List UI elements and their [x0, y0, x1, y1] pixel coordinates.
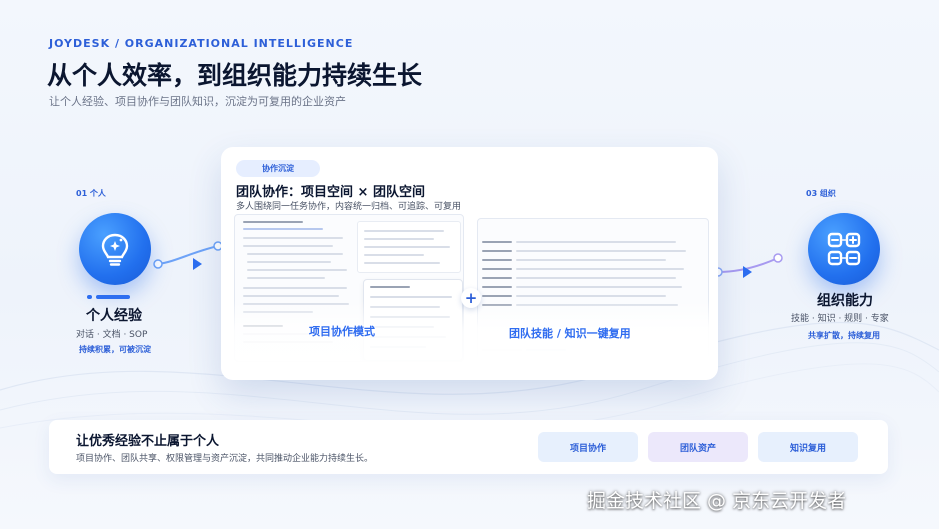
eyebrow-label: JOYDESK / ORGANIZATIONAL INTELLIGENCE: [49, 37, 354, 50]
chip-knowledge-reuse[interactable]: 知识复用: [758, 432, 858, 462]
page-subtitle: 让个人经验、项目协作与团队知识，沉淀为可复用的企业资产: [49, 95, 346, 108]
stage-title-personal: 个人经验: [86, 308, 142, 324]
stage-step-org: 03 组织: [806, 189, 836, 198]
card-subtitle: 多人围绕同一任务协作，内容统一归档、可追踪、可复用: [236, 202, 462, 212]
stage-desc-personal: 对话 · 文档 · SOP: [76, 330, 148, 340]
lightbulb-icon: [79, 213, 151, 285]
collaboration-tag: 协作沉淀: [236, 160, 320, 177]
stage-note-org: 共享扩散，持续复用: [808, 331, 880, 340]
indicator-bar: [96, 295, 130, 299]
team-skills-caption: 团队技能 / 知识一键复用: [509, 327, 631, 340]
page-title: 从个人效率，到组织能力持续生长: [47, 61, 423, 90]
stage-note-personal: 持续积累，可被沉淀: [79, 345, 151, 354]
stage-step-personal: 01 个人: [76, 189, 106, 198]
project-collab-caption: 项目协作模式: [309, 325, 375, 338]
chip-team-assets[interactable]: 团队资产: [648, 432, 748, 462]
grid-nodes-icon: [808, 213, 880, 285]
watermark: 掘金技术社区 @ 京东云开发者: [587, 490, 847, 512]
indicator-dot: [87, 295, 92, 299]
chip-project-collab[interactable]: 项目协作: [538, 432, 638, 462]
summary-desc: 项目协作、团队共享、权限管理与资产沉淀，共同推动企业能力持续生长。: [76, 454, 374, 464]
stage-desc-org: 技能 · 知识 · 规则 · 专家: [791, 314, 889, 324]
card-title: 团队协作：项目空间 × 团队空间: [236, 185, 425, 200]
summary-title: 让优秀经验不止属于个人: [76, 434, 220, 449]
plus-icon: +: [461, 288, 481, 308]
stage-title-org: 组织能力: [817, 293, 873, 309]
